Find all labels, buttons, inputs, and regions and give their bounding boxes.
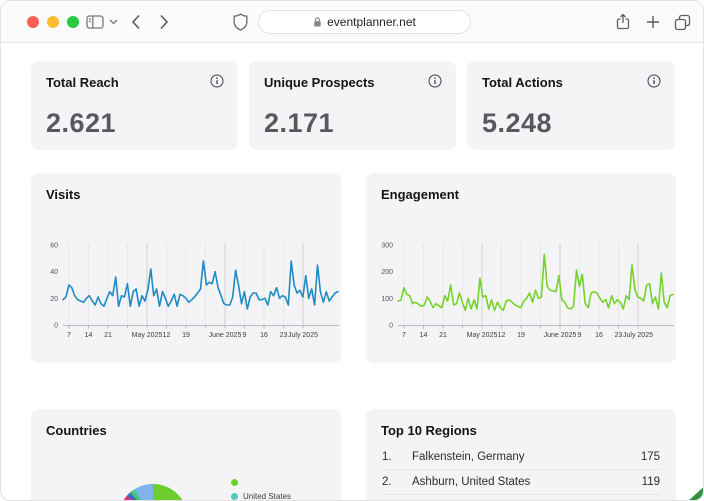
info-icon[interactable]: [647, 74, 661, 88]
svg-text:300: 300: [381, 243, 393, 250]
svg-text:21: 21: [439, 332, 447, 339]
back-button[interactable]: [131, 14, 141, 30]
countries-legend: United States Germany: [231, 475, 292, 501]
chart-title: Countries: [46, 423, 107, 438]
browser-window: eventplanner.net Total Reach 2.621 Uniqu…: [0, 0, 704, 501]
stat-label: Total Reach: [46, 75, 119, 90]
list-item: 2. Ashburn, United States 119: [382, 470, 660, 495]
svg-text:May 2025: May 2025: [467, 332, 498, 339]
region-name: Ashburn, United States: [412, 476, 531, 488]
share-icon[interactable]: [615, 13, 631, 31]
url-text: eventplanner.net: [327, 15, 416, 29]
regions-list: 1. Falkenstein, Germany 175 2. Ashburn, …: [382, 445, 660, 500]
svg-text:July 2025: July 2025: [288, 332, 318, 339]
lock-icon: [314, 17, 321, 27]
svg-text:23: 23: [615, 332, 623, 339]
svg-text:16: 16: [260, 332, 268, 339]
legend-dot: [231, 478, 238, 486]
svg-text:200: 200: [381, 269, 393, 276]
svg-text:40: 40: [50, 269, 58, 276]
svg-text:23: 23: [280, 332, 288, 339]
list-item: 1. Falkenstein, Germany 175: [382, 445, 660, 470]
svg-text:0: 0: [54, 323, 58, 330]
svg-text:0: 0: [389, 323, 393, 330]
close-window-button[interactable]: [27, 16, 39, 28]
svg-text:20: 20: [50, 296, 58, 303]
svg-text:9: 9: [243, 332, 247, 339]
svg-text:May 2025: May 2025: [132, 332, 163, 339]
tab-overview-icon[interactable]: [674, 14, 691, 31]
svg-text:16: 16: [595, 332, 603, 339]
svg-text:21: 21: [104, 332, 112, 339]
floating-widget-corner[interactable]: [689, 487, 703, 500]
stat-value: 5.248: [482, 108, 553, 138]
svg-text:July 2025: July 2025: [623, 332, 653, 339]
minimize-window-button[interactable]: [47, 16, 59, 28]
stat-label: Total Actions: [482, 75, 563, 90]
list-item: 3. Oud-Turnhout, Belgium 83: [382, 495, 660, 500]
engagement-line-chart: 7 14 21 May 2025 12 19 June 2025 9 16 23 July 2025…: [381, 243, 674, 339]
stat-card-total-actions: Total Actions 5.248: [467, 61, 675, 150]
legend-item: [231, 475, 291, 489]
stat-card-unique-prospects: Unique Prospects 2.171: [249, 61, 456, 150]
chevron-down-icon[interactable]: [109, 19, 118, 25]
top-regions-card: Top 10 Regions 1. Falkenstein, Germany 1…: [366, 409, 676, 500]
countries-card: Countries United States Germany: [31, 409, 341, 501]
region-rank: 2.: [382, 476, 392, 488]
stat-value: 2.621: [46, 108, 117, 138]
svg-text:7: 7: [67, 332, 71, 339]
list-title: Top 10 Regions: [381, 423, 477, 438]
svg-text:9: 9: [578, 332, 582, 339]
region-rank: 1.: [382, 451, 392, 463]
countries-pie: [118, 484, 188, 500]
svg-text:June 2025: June 2025: [544, 332, 577, 339]
svg-text:14: 14: [420, 332, 428, 339]
svg-text:12: 12: [498, 332, 506, 339]
sidebar-icon[interactable]: [86, 14, 104, 30]
engagement-chart-card: Engagement 7 14 21 May 2025 12 19 June 2025 9 16…: [366, 173, 676, 363]
privacy-shield-icon[interactable]: [233, 13, 248, 31]
stat-card-total-reach: Total Reach 2.621: [31, 61, 238, 150]
legend-dot: [231, 492, 238, 500]
svg-text:100: 100: [381, 296, 393, 303]
stat-value: 2.171: [264, 108, 335, 138]
svg-text:19: 19: [517, 332, 525, 339]
svg-text:60: 60: [50, 243, 58, 250]
legend-item: United States: [231, 489, 292, 501]
svg-text:June 2025: June 2025: [209, 332, 242, 339]
region-value: 119: [641, 476, 660, 488]
zoom-window-button[interactable]: [67, 16, 79, 28]
browser-toolbar: eventplanner.net: [1, 1, 703, 43]
forward-button[interactable]: [159, 14, 169, 30]
svg-text:12: 12: [163, 332, 171, 339]
new-tab-icon[interactable]: [646, 15, 660, 29]
visits-chart-card: Visits 7 14 21 May 2025 12 19 June 2025 9 16 23 Ju…: [31, 173, 341, 363]
svg-text:7: 7: [402, 332, 406, 339]
svg-text:14: 14: [85, 332, 93, 339]
info-icon[interactable]: [210, 74, 224, 88]
region-value: 175: [640, 451, 660, 463]
legend-label: United States: [243, 491, 292, 501]
region-name: Falkenstein, Germany: [412, 451, 525, 463]
svg-text:19: 19: [182, 332, 190, 339]
address-bar[interactable]: eventplanner.net: [258, 10, 471, 34]
info-icon[interactable]: [428, 74, 442, 88]
stat-label: Unique Prospects: [264, 75, 375, 90]
visits-line-chart: 7 14 21 May 2025 12 19 June 2025 9 16 23 July 2025…: [50, 243, 339, 339]
